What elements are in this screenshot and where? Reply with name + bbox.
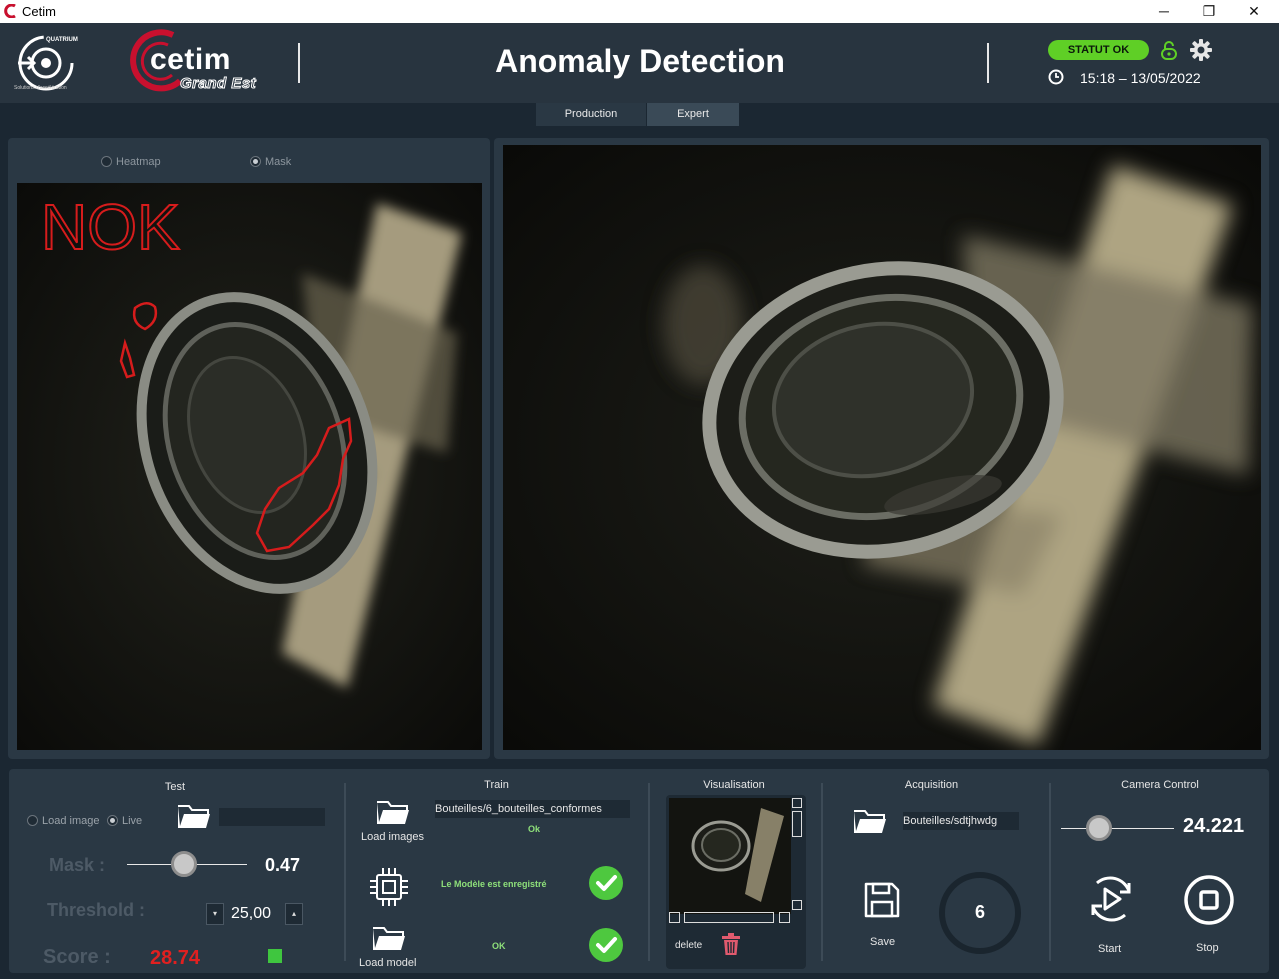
threshold-label: Threshold :: [47, 900, 145, 920]
minimize-button[interactable]: ─: [1141, 0, 1187, 23]
mask-threshold-label: Mask :: [49, 855, 106, 875]
clock-icon: [1048, 69, 1064, 85]
camera-slider-track[interactable]: [1061, 828, 1174, 829]
header-divider-right: [987, 43, 989, 83]
model-check-icon: [589, 866, 623, 900]
live-label: Live: [122, 815, 143, 827]
section-divider: [1049, 783, 1051, 961]
folder-icon[interactable]: [176, 802, 212, 830]
mask-slider-handle[interactable]: [171, 851, 197, 877]
result-panel: Heatmap Mask NOK: [8, 138, 490, 759]
camera-value: 24.221: [1183, 815, 1245, 837]
test-title: Test: [164, 781, 186, 793]
app-header: QUATRIUM Solutions d'accélération cetim …: [0, 23, 1279, 103]
heatmap-radio-button[interactable]: [101, 156, 112, 167]
control-bar: Test Load image Live Mask : 0.47 Thresho…: [9, 769, 1269, 973]
grand-est-logo-text: Grand Est: [179, 75, 257, 93]
stop-label[interactable]: Stop: [1196, 942, 1219, 954]
heatmap-radio[interactable]: Heatmap: [101, 156, 161, 168]
mask-result-image: NOK: [17, 183, 482, 750]
mask-radio-button[interactable]: [250, 156, 261, 167]
nok-result-text: NOK: [41, 191, 180, 263]
score-status-indicator: [268, 949, 282, 963]
thumbnail-scrollbar-vertical[interactable]: [792, 798, 803, 914]
header-divider-left: [298, 43, 300, 83]
close-button[interactable]: ✕: [1231, 0, 1277, 23]
quatrium-logo-text: QUATRIUM: [46, 37, 78, 43]
live-radio-button[interactable]: [107, 815, 118, 826]
thumbnail-scrollbar-horizontal[interactable]: [669, 912, 791, 923]
mask-value: 0.47: [265, 855, 301, 875]
mask-radio[interactable]: Mask: [250, 156, 291, 168]
camera-slider-handle[interactable]: [1086, 815, 1112, 841]
bottle-live-image: [503, 145, 1261, 750]
visualisation-title: Visualisation: [703, 779, 765, 791]
tab-expert[interactable]: Expert: [647, 103, 739, 126]
tab-production[interactable]: Production: [536, 103, 646, 126]
train-images-path[interactable]: Bouteilles/6_bouteilles_conformes: [435, 800, 630, 818]
load-model-folder-icon[interactable]: [371, 924, 407, 952]
threshold-value[interactable]: 25,00: [231, 905, 271, 923]
acquisition-path[interactable]: Bouteilles/sdtjhwdg: [903, 812, 1019, 830]
test-image-path[interactable]: [219, 808, 325, 826]
load-model-check-icon: [589, 928, 623, 962]
cetim-logo-text: cetim: [150, 43, 231, 76]
quatrium-logo-subtext: Solutions d'accélération: [14, 85, 67, 91]
start-label[interactable]: Start: [1098, 943, 1121, 955]
delete-label[interactable]: delete: [675, 940, 702, 951]
train-title: Train: [484, 779, 509, 791]
trash-icon[interactable]: [721, 932, 741, 956]
score-label: Score :: [43, 946, 111, 968]
bottle-mask-image: NOK: [17, 183, 482, 750]
save-icon[interactable]: [862, 880, 902, 920]
acquisition-folder-icon[interactable]: [852, 807, 888, 835]
window-title: Cetim: [22, 4, 56, 19]
section-divider: [821, 783, 823, 961]
section-divider: [344, 783, 346, 961]
status-badge: STATUT OK: [1048, 40, 1149, 60]
load-image-radio[interactable]: Load image: [27, 815, 100, 827]
page-title: Anomaly Detection: [495, 43, 785, 79]
cpu-icon[interactable]: [367, 865, 411, 909]
stop-icon[interactable]: [1183, 874, 1235, 926]
load-model-status: OK: [492, 941, 506, 951]
save-label[interactable]: Save: [870, 936, 895, 948]
threshold-decrement-button[interactable]: ▾: [206, 903, 224, 925]
datetime-display: 15:18 – 13/05/2022: [1080, 70, 1201, 86]
camera-control-title: Camera Control: [1121, 779, 1199, 791]
acquisition-title: Acquisition: [904, 779, 959, 791]
acquisition-count: 6: [974, 902, 985, 922]
visualisation-panel: delete: [666, 795, 806, 969]
load-model-label[interactable]: Load model: [359, 957, 417, 969]
window-titlebar: Cetim ─ ❐ ✕: [0, 0, 1279, 23]
cetim-logo: cetim Grand Est: [118, 29, 278, 95]
live-camera-image: [503, 145, 1261, 750]
thumbnail-image[interactable]: [669, 798, 791, 914]
load-images-label[interactable]: Load images: [361, 831, 424, 843]
load-image-label: Load image: [42, 815, 100, 827]
model-status: Le Modèle est enregistré: [441, 879, 547, 889]
gear-icon[interactable]: [1190, 39, 1212, 61]
heatmap-label: Heatmap: [116, 156, 161, 168]
camera-panel: [494, 138, 1269, 759]
cetim-app-icon: [4, 4, 16, 18]
section-divider: [648, 783, 650, 961]
mask-label: Mask: [265, 156, 292, 168]
start-icon[interactable]: [1085, 873, 1137, 925]
load-images-folder-icon[interactable]: [375, 798, 411, 826]
load-image-radio-button[interactable]: [27, 815, 38, 826]
live-radio[interactable]: Live: [107, 815, 142, 827]
threshold-increment-button[interactable]: ▴: [285, 903, 303, 925]
maximize-button[interactable]: ❐: [1186, 0, 1232, 23]
train-images-status: Ok: [528, 824, 541, 834]
score-value: 28.74: [150, 947, 201, 969]
unlock-icon[interactable]: [1160, 40, 1178, 60]
